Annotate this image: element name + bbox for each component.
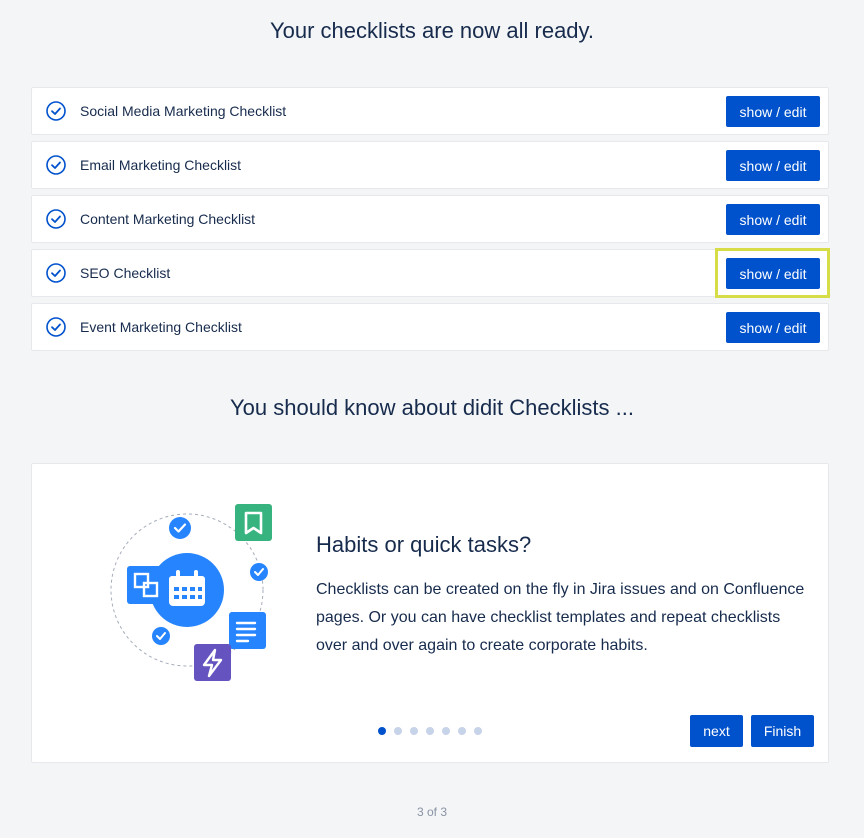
- feature-illustration: [110, 504, 272, 681]
- checklist-label: Event Marketing Checklist: [80, 319, 242, 335]
- finish-button[interactable]: Finish: [751, 715, 814, 747]
- next-button[interactable]: next: [690, 715, 743, 747]
- show-edit-button[interactable]: show / edit: [726, 312, 820, 343]
- section-title: You should know about didit Checklists .…: [230, 395, 634, 420]
- checklist-list: Social Media Marketing Checklist show / …: [31, 87, 829, 357]
- check-badge-icon: [250, 563, 268, 581]
- card-title: Habits or quick tasks?: [316, 532, 532, 557]
- checklist-row: SEO Checklist show / edit: [31, 249, 829, 297]
- card-body: Checklists can be created on the fly in …: [316, 581, 805, 654]
- check-badge-icon: [152, 627, 170, 645]
- check-circle-icon: [46, 209, 66, 229]
- slide-dots: [378, 727, 490, 735]
- document-icon: [229, 612, 266, 649]
- show-edit-button[interactable]: show / edit: [726, 96, 820, 127]
- page-indicator: 3 of 3: [416, 805, 448, 819]
- slide-dot[interactable]: [442, 727, 450, 735]
- checklist-label: Social Media Marketing Checklist: [80, 103, 287, 119]
- slide-dot[interactable]: [458, 727, 466, 735]
- slide-dot[interactable]: [410, 727, 418, 735]
- check-circle-icon: [46, 101, 66, 121]
- checklist-label: Content Marketing Checklist: [80, 211, 256, 227]
- bookmark-icon: [235, 504, 272, 541]
- show-edit-button[interactable]: show / edit: [726, 204, 820, 235]
- checklist-row: Email Marketing Checklist show / edit: [31, 141, 829, 189]
- checklist-label: SEO Checklist: [80, 265, 171, 281]
- feature-card: Habits or quick tasks? Checklists can be…: [31, 463, 829, 763]
- slide-dot[interactable]: [474, 727, 482, 735]
- check-circle-icon: [46, 155, 66, 175]
- checklist-row: Content Marketing Checklist show / edit: [31, 195, 829, 243]
- copy-icon: [127, 566, 165, 604]
- page-title: Your checklists are now all ready.: [269, 18, 595, 43]
- slide-dot[interactable]: [378, 727, 386, 735]
- lightning-icon: [194, 644, 231, 681]
- check-circle-icon: [46, 317, 66, 337]
- show-edit-button[interactable]: show / edit: [726, 258, 820, 289]
- check-circle-icon: [46, 263, 66, 283]
- checklist-row: Social Media Marketing Checklist show / …: [31, 87, 829, 135]
- checklist-row: Event Marketing Checklist show / edit: [31, 303, 829, 351]
- checklist-label: Email Marketing Checklist: [80, 157, 242, 173]
- slide-dot[interactable]: [394, 727, 402, 735]
- show-edit-button[interactable]: show / edit: [726, 150, 820, 181]
- check-badge-icon: [169, 517, 191, 539]
- slide-dot[interactable]: [426, 727, 434, 735]
